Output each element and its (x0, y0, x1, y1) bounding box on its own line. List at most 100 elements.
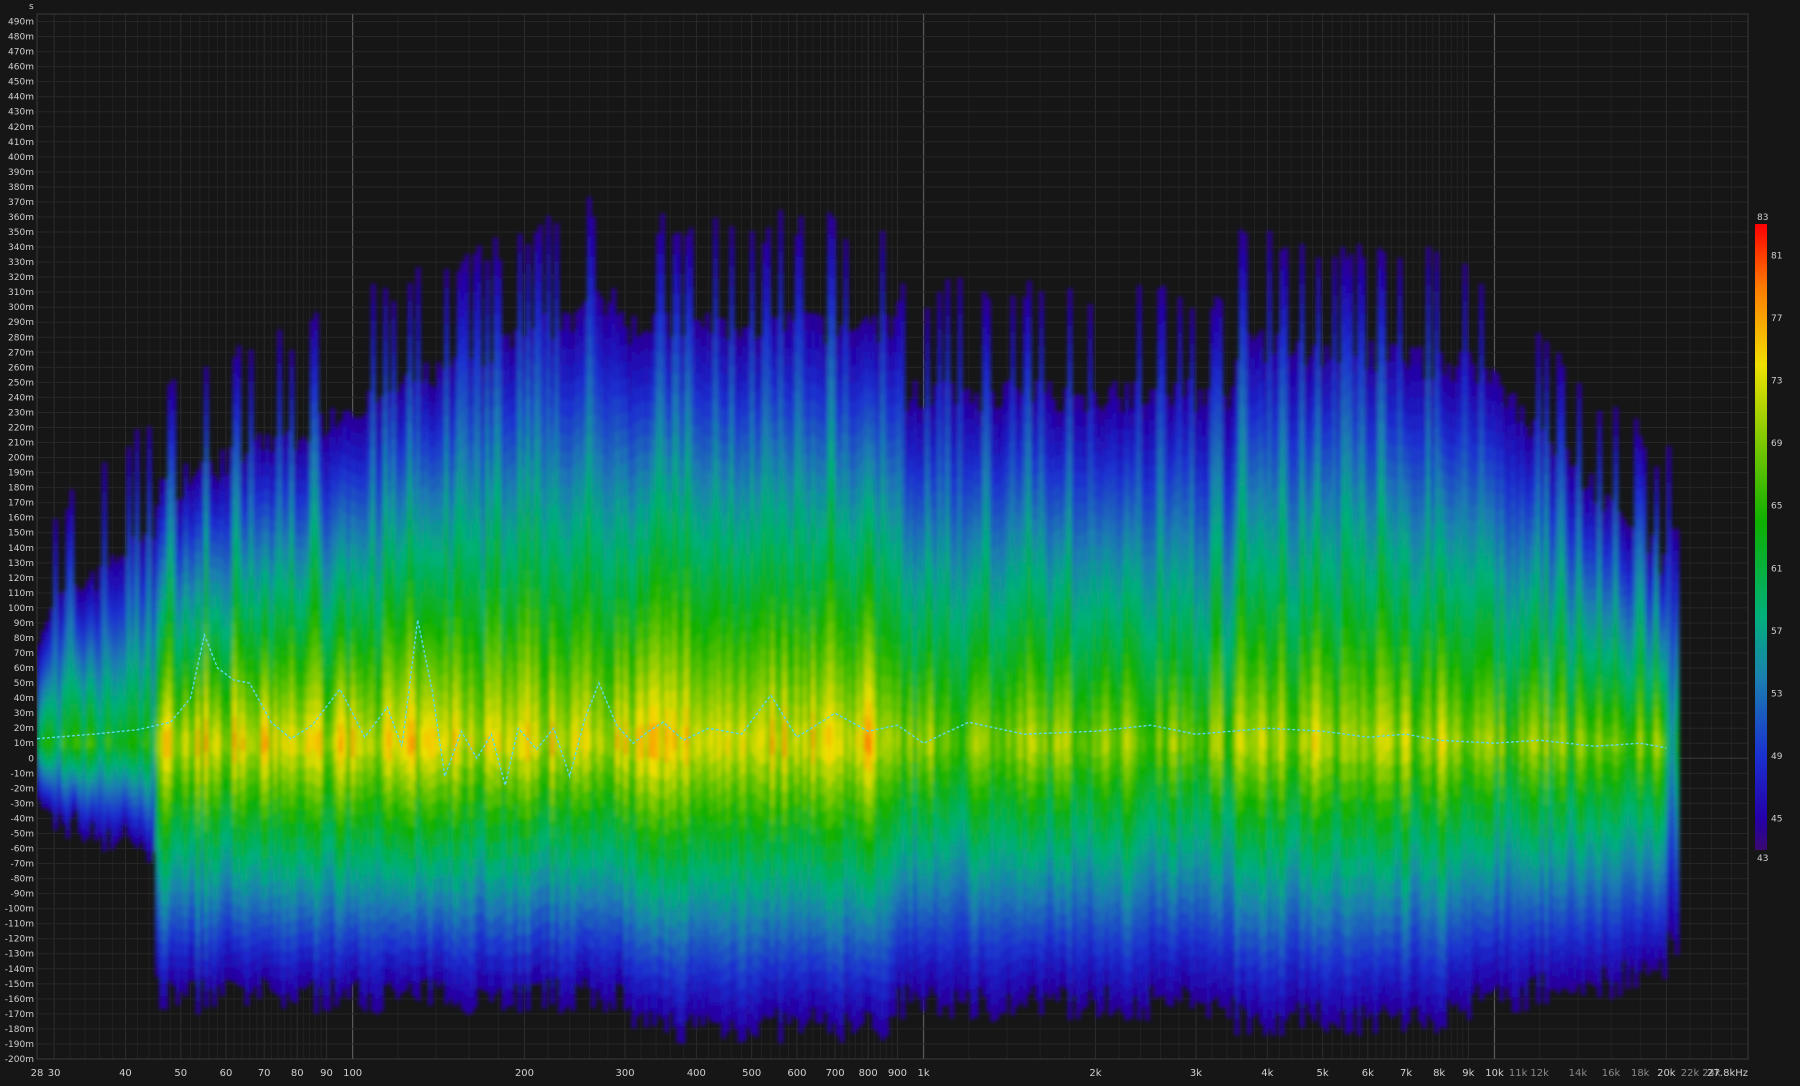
heat-cell (347, 719, 352, 734)
heat-cell (151, 711, 156, 719)
heat-cell (224, 765, 229, 778)
heat-cell (253, 781, 258, 795)
heat-cell (110, 599, 115, 607)
heat-cell (167, 757, 172, 773)
heat-cell (510, 431, 515, 448)
heat-cell (224, 715, 229, 728)
heat-cell (273, 645, 278, 660)
heat-cell (192, 527, 197, 540)
heat-cell (347, 954, 352, 969)
heat-cell (131, 766, 136, 774)
heat-cell (200, 539, 205, 553)
heat-cell (453, 778, 458, 795)
heat-cell (106, 724, 111, 731)
heat-cell (338, 882, 343, 897)
heat-cell (208, 567, 213, 581)
heat-cell (510, 661, 515, 678)
heat-cell (290, 919, 295, 936)
heat-cell (412, 811, 417, 827)
heat-cell (114, 618, 119, 626)
heat-cell (106, 586, 111, 593)
heat-cell (379, 396, 384, 412)
heat-cell (277, 380, 282, 397)
heat-cell (176, 790, 181, 803)
heat-cell (171, 894, 176, 910)
heat-cell (261, 608, 266, 622)
heat-cell (347, 763, 352, 778)
heat-cell (249, 687, 254, 704)
heat-cell (216, 720, 221, 733)
heat-cell (391, 645, 396, 663)
heat-cell (261, 964, 266, 978)
heat-cell (281, 836, 286, 851)
heat-cell (481, 788, 486, 804)
heat-cell (489, 922, 494, 939)
heat-cell (196, 905, 201, 919)
heat-cell (159, 479, 164, 493)
heat-cell (347, 925, 352, 940)
heat-cell (420, 876, 425, 892)
heat-cell (444, 471, 449, 490)
heat-cell (383, 288, 388, 306)
heat-cell (90, 778, 95, 785)
heat-cell (396, 938, 401, 954)
heat-cell (143, 676, 148, 685)
heat-cell (237, 506, 242, 523)
heat-cell (294, 574, 299, 588)
heat-cell (143, 787, 148, 796)
heat-cell (424, 455, 429, 471)
heat-cell (110, 680, 115, 688)
heat-cell (510, 562, 515, 579)
heat-cell (310, 337, 315, 354)
heat-cell (118, 605, 123, 613)
heat-cell (375, 922, 380, 938)
heat-cell (86, 626, 91, 633)
heat-cell (277, 496, 282, 513)
heat-cell (330, 408, 335, 423)
heat-cell (448, 588, 453, 604)
heat-cell (135, 481, 140, 492)
heat-cell (428, 509, 433, 525)
heat-cell (106, 671, 111, 678)
heat-cell (135, 429, 140, 440)
heat-cell (404, 390, 409, 406)
heat-cell (330, 565, 335, 580)
heat-cell (412, 535, 417, 551)
heat-cell (188, 832, 193, 845)
heat-cell (375, 968, 380, 984)
heat-cell (180, 671, 185, 684)
heat-cell (436, 612, 441, 628)
heat-cell (298, 932, 303, 946)
heat-cell (322, 909, 327, 924)
heat-cell (461, 692, 466, 711)
heat-cell (66, 772, 71, 781)
heat-cell (53, 643, 58, 651)
heat-cell (216, 960, 221, 973)
heat-cell (343, 628, 348, 643)
heat-cell (310, 419, 315, 436)
heat-cell (416, 469, 421, 488)
heat-cell (391, 422, 396, 440)
heat-cell (151, 687, 156, 695)
heat-cell (477, 561, 482, 580)
heat-cell (286, 824, 291, 839)
heat-cell (318, 886, 323, 901)
heat-cell (176, 979, 181, 992)
heat-cell (61, 725, 66, 731)
heat-cell (212, 621, 217, 635)
heat-cell (261, 635, 266, 649)
heat-cell (135, 764, 140, 775)
heat-cell (237, 745, 242, 762)
heat-cell (330, 779, 335, 794)
heat-cell (90, 766, 95, 773)
heat-cell (420, 726, 425, 742)
heat-cell (171, 531, 176, 547)
heat-cell (123, 677, 128, 684)
heat-cell (322, 666, 327, 681)
heat-cell (387, 628, 392, 643)
heat-cell (184, 557, 189, 571)
heat-cell (233, 451, 238, 467)
heat-cell (379, 534, 384, 550)
heat-cell (196, 742, 201, 756)
heat-cell (473, 499, 478, 518)
